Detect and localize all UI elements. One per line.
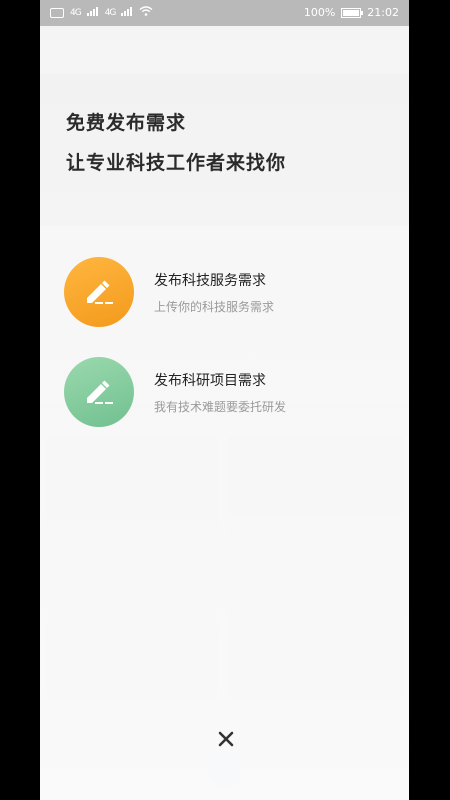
status-bar: 4G 4G 100% 21:02 — [40, 0, 409, 26]
option-text: 发布科技服务需求 上传你的科技服务需求 — [154, 270, 274, 315]
signal-label-2: 4G — [104, 7, 117, 18]
option-title: 发布科技服务需求 — [154, 272, 266, 289]
headline-line-1: 免费发布需求 — [66, 112, 187, 134]
sim-icon — [50, 7, 64, 18]
battery-percent: 100% — [303, 6, 336, 19]
status-right: 100% 21:02 — [304, 6, 399, 19]
publish-overlay: 免费发布需求 让专业科技工作者来找你 发布科技服务需求 上传你的科技服务需求 发… — [40, 26, 409, 800]
signal-bars-icon — [86, 6, 99, 19]
option-title: 发布科研项目需求 — [154, 372, 266, 389]
phone-screen: 4G 4G 100% 21:02 免费发布需求 让专业科技工作者来找你 发布科技… — [40, 0, 409, 800]
close-icon — [218, 731, 234, 747]
battery-fill — [343, 9, 360, 16]
status-left: 4G 4G — [50, 6, 153, 19]
clock: 21:02 — [367, 6, 399, 19]
pencil-icon — [64, 257, 134, 327]
battery-icon — [341, 7, 364, 18]
headline-line-2: 让专业科技工作者来找你 — [66, 152, 287, 174]
wifi-icon — [139, 6, 153, 19]
signal-label-1: 4G — [70, 7, 82, 18]
signal-bars-icon — [121, 6, 133, 19]
publish-research-project-option[interactable]: 发布科研项目需求 我有技术难题要委托研发 — [64, 356, 384, 428]
option-subtitle: 上传你的科技服务需求 — [154, 299, 275, 314]
option-text: 发布科研项目需求 我有技术难题要委托研发 — [154, 370, 286, 415]
pencil-icon — [64, 357, 134, 427]
option-subtitle: 我有技术难题要委托研发 — [154, 399, 287, 414]
publish-service-demand-option[interactable]: 发布科技服务需求 上传你的科技服务需求 — [64, 256, 384, 328]
close-button[interactable] — [214, 727, 238, 751]
